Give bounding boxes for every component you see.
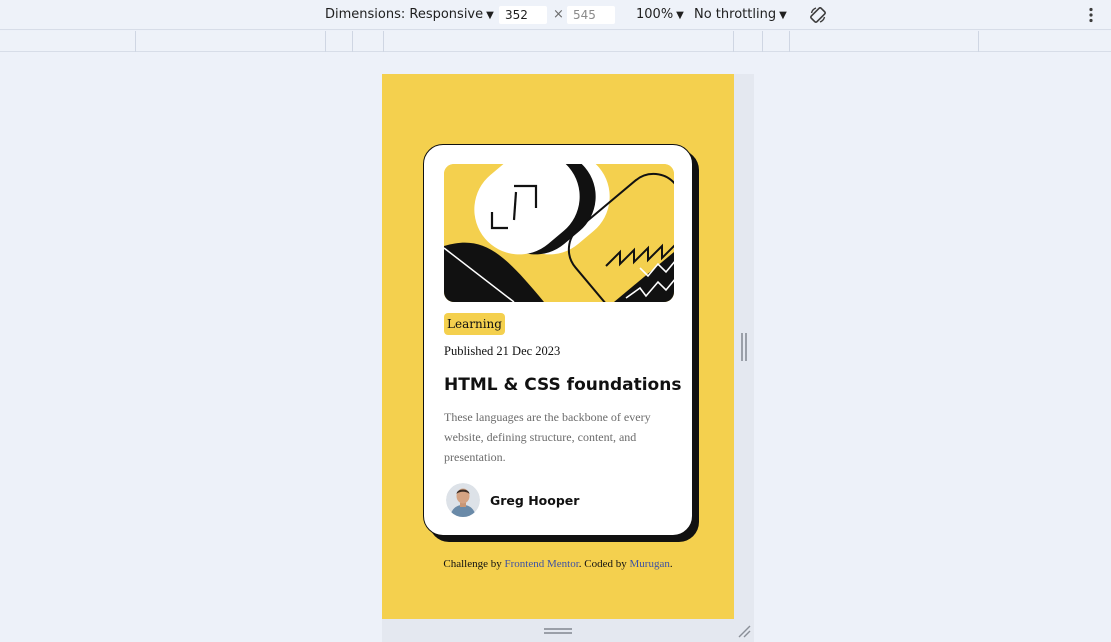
author: Greg Hooper	[444, 482, 579, 518]
ruler-tick	[383, 31, 384, 52]
device-toolbar: Dimensions: Responsive▼ × 100%▼ No throt…	[0, 0, 1111, 30]
ruler-tick	[733, 31, 734, 52]
dimensions-dropdown[interactable]: Dimensions: Responsive ▼	[325, 6, 494, 24]
chevron-down-icon: ▼	[486, 10, 494, 21]
ruler-tick	[135, 31, 136, 52]
author-name: Greg Hooper	[490, 492, 580, 508]
height-input[interactable]	[567, 6, 615, 24]
emulated-viewport: Learning Published 21 Dec 2023 HTML & CS…	[382, 74, 734, 619]
media-query-ruler[interactable]	[0, 31, 1111, 52]
more-vert-icon[interactable]	[1086, 7, 1096, 23]
zoom-dropdown[interactable]: 100% ▼	[636, 6, 684, 24]
ruler-tick	[352, 31, 353, 52]
throttling-label: No throttling	[694, 7, 777, 22]
width-input[interactable]	[499, 6, 547, 24]
ruler-tick	[762, 31, 763, 52]
blog-preview-card: Learning Published 21 Dec 2023 HTML & CS…	[423, 144, 693, 536]
attribution-suffix: .	[669, 558, 673, 570]
card-description: These languages are the backbone of ever…	[444, 410, 651, 464]
throttling-dropdown[interactable]: No throttling ▼	[694, 6, 787, 24]
resize-handle-right[interactable]	[741, 333, 747, 361]
resize-corner-icon[interactable]	[737, 624, 751, 638]
ruler-tick	[978, 31, 979, 52]
ruler-tick	[325, 31, 326, 52]
frontend-mentor-link[interactable]: Frontend Mentor	[505, 558, 579, 570]
attribution: Challenge by Frontend Mentor. Coded by M…	[382, 558, 734, 570]
chevron-down-icon: ▼	[779, 10, 787, 21]
card-title[interactable]: HTML & CSS foundations	[444, 375, 681, 395]
published-date: Published 21 Dec 2023	[444, 344, 561, 358]
dimensions-label: Dimensions: Responsive	[325, 7, 484, 22]
avatar	[446, 483, 480, 517]
times-sign: ×	[553, 7, 564, 22]
attribution-prefix: Challenge by	[443, 558, 502, 570]
coder-link[interactable]: Murugan	[630, 558, 670, 570]
illustration-article	[444, 164, 674, 302]
avatar-greg-hooper	[446, 483, 480, 517]
rotate-icon[interactable]	[808, 5, 828, 25]
ruler-tick	[789, 31, 790, 52]
resize-handle-bottom[interactable]	[544, 628, 572, 634]
zoom-label: 100%	[636, 7, 674, 22]
category-tag: Learning	[444, 313, 505, 335]
attribution-middle: . Coded by	[578, 558, 627, 570]
chevron-down-icon: ▼	[676, 10, 684, 21]
illustration-graphic	[444, 164, 674, 302]
